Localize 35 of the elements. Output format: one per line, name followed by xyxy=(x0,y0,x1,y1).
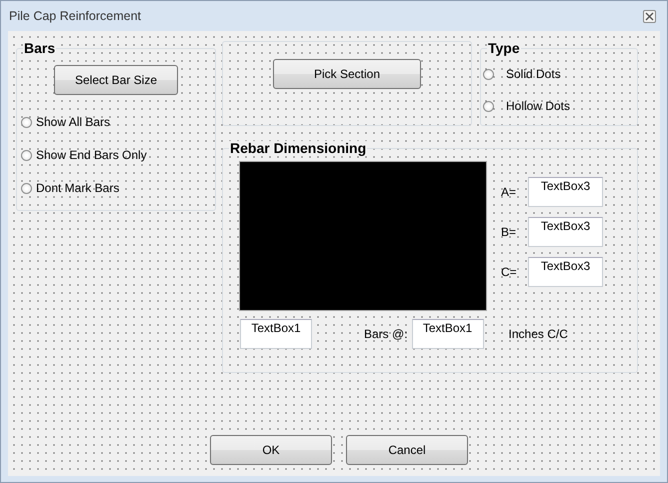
radio-option[interactable]: Show End Bars Only xyxy=(21,148,215,162)
radio-button[interactable] xyxy=(483,68,494,80)
group-title: Bars xyxy=(23,41,56,55)
radio-button[interactable] xyxy=(21,150,32,160)
dialog-button[interactable]: OK xyxy=(210,435,332,465)
close-icon xyxy=(645,12,654,20)
radio-button[interactable] xyxy=(483,100,494,112)
select-bar-size-button[interactable]: Select Bar Size xyxy=(54,65,178,95)
radio-option[interactable]: Show All Bars xyxy=(21,115,215,129)
window-title: Pile Cap Reinforcement xyxy=(8,9,142,23)
dimension-label: B= xyxy=(501,225,518,239)
radio-option[interactable]: Dont Mark Bars xyxy=(21,181,215,195)
radio-button[interactable] xyxy=(21,116,32,128)
dimension-label: A= xyxy=(501,185,518,199)
radio-label: Show End Bars Only xyxy=(36,148,147,162)
close-button[interactable] xyxy=(643,10,656,22)
group-title: Type xyxy=(487,41,521,55)
radio-button[interactable] xyxy=(21,182,32,194)
dialog-button[interactable]: Cancel xyxy=(346,435,468,465)
radio-label: Hollow Dots xyxy=(506,99,570,113)
spacing-label: Bars @: xyxy=(364,327,408,341)
radio-option[interactable]: Solid Dots xyxy=(483,67,637,81)
pick-section-button[interactable]: Pick Section xyxy=(273,59,421,89)
input-field[interactable]: TextBox1 xyxy=(412,319,484,349)
group-title: Rebar Dimensioning xyxy=(229,141,368,155)
dimension-label: C= xyxy=(501,265,518,279)
input-field[interactable]: TextBox3 xyxy=(528,177,603,207)
input-field[interactable]: TextBox3 xyxy=(528,257,603,287)
input-field[interactable]: TextBox3 xyxy=(528,217,603,247)
radio-option[interactable]: Hollow Dots xyxy=(483,99,637,113)
unit-label: Inches C/C xyxy=(508,327,568,341)
radio-label: Show All Bars xyxy=(36,115,110,129)
input-field[interactable]: TextBox1 xyxy=(240,319,312,349)
radio-label: Dont Mark Bars xyxy=(36,181,120,195)
radio-label: Solid Dots xyxy=(506,67,561,81)
